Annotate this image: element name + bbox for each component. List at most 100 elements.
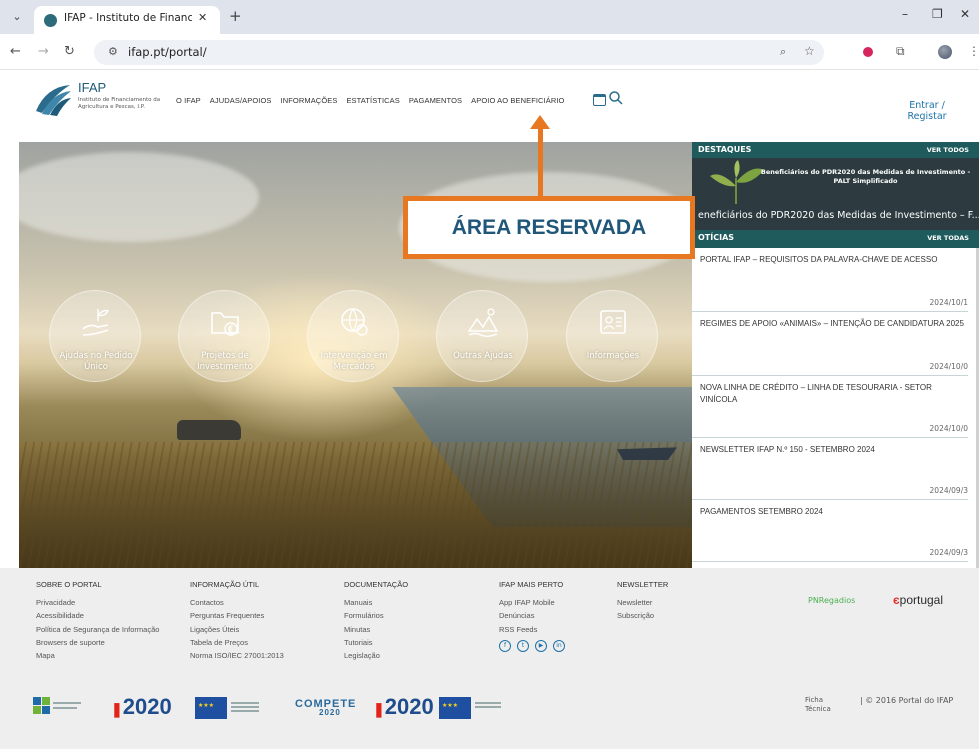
hero-link-projetos[interactable]: Projetos de Investimento [178, 290, 270, 382]
footer-heading: IFAP MAIS PERTO [499, 580, 564, 589]
news-title[interactable]: NEWSLETTER IFAP N.º 150 - SETEMBRO 2024 [700, 444, 966, 456]
destaques-ver-todos-link[interactable]: VER TODOS [927, 146, 969, 154]
news-item[interactable]: NEWSLETTER IFAP N.º 150 - SETEMBRO 2024 … [692, 438, 968, 500]
footer-link[interactable]: Manuais [344, 596, 408, 609]
news-item[interactable]: REGIMES DE APOIO «ANIMAIS» – INTENÇÃO DE… [692, 312, 968, 376]
footer-link[interactable]: Contactos [190, 596, 284, 609]
address-bar[interactable]: ⚙ ifap.pt/portal/ ⌕ ☆ [94, 40, 824, 65]
footer-link[interactable]: Newsletter [617, 596, 668, 609]
landscape-icon [467, 308, 499, 337]
browser-tabstrip: ⌄ IFAP - Instituto de Financiamen ✕ + – … [0, 0, 979, 34]
portugal-2020-text: 2020 [384, 694, 434, 719]
nav-ajudas-apoios[interactable]: AJUDAS/APOIOS [210, 96, 272, 105]
footer-link[interactable]: Legislação [344, 649, 408, 662]
news-date: 2024/09/3 [929, 486, 968, 495]
login-line-1: Entrar / [909, 100, 945, 111]
footer-col-informacao: INFORMAÇÃO ÚTIL Contactos Perguntas Freq… [190, 580, 284, 662]
ficha-tecnica-link[interactable]: Ficha Técnica [805, 696, 849, 714]
tab-close-icon[interactable]: ✕ [198, 11, 207, 24]
logo-subtitle: Instituto de Financiamento da Agricultur… [78, 97, 161, 110]
footer-link[interactable]: Browsers de suporte [36, 636, 159, 649]
news-title[interactable]: REGIMES DE APOIO «ANIMAIS» – INTENÇÃO DE… [700, 318, 966, 330]
forward-icon[interactable]: → [38, 44, 49, 59]
eportugal-text: portugal [899, 593, 944, 607]
nav-apoio-beneficiario[interactable]: APOIO AO BENEFICIÁRIO [471, 96, 564, 105]
footer-link[interactable]: Denúncias [499, 609, 565, 622]
facebook-icon[interactable]: f [499, 639, 511, 652]
linkedin-icon[interactable]: in [553, 639, 565, 652]
news-item[interactable]: PORTAL IFAP – REQUISITOS DA PALAVRA-CHAV… [692, 248, 968, 312]
footer-link[interactable]: Política de Segurança de Informação [36, 623, 159, 636]
footer-link[interactable]: Mapa [36, 649, 159, 662]
hero-link-label: Ajudas no Pedido Único [59, 351, 133, 372]
tab-ifap[interactable]: IFAP - Instituto de Financiamen ✕ [34, 6, 220, 34]
new-tab-icon[interactable]: + [229, 7, 242, 25]
puzzle-icon[interactable]: ⧉ [896, 44, 905, 59]
footer-link[interactable]: Subscrição [617, 609, 668, 622]
hero-link-mercados[interactable]: Intervenção em Mercados [307, 290, 399, 382]
calendar-icon[interactable] [593, 94, 606, 106]
back-icon[interactable]: ← [10, 44, 21, 59]
hero-link-label: Projetos de Investimento [197, 351, 253, 372]
footer-link[interactable]: App IFAP Mobile [499, 596, 565, 609]
hand-plant-icon [82, 309, 110, 336]
youtube-icon[interactable]: ▶ [535, 639, 547, 652]
star-icon[interactable]: ☆ [804, 44, 815, 58]
news-title[interactable]: PAGAMENTOS SETEMBRO 2024 [700, 506, 966, 518]
pnregadios-logo[interactable]: PNRegadios [808, 596, 855, 605]
menu-icon[interactable]: ⋮ [968, 44, 979, 58]
annotation-arrow-shaft [538, 127, 543, 197]
footer-link[interactable]: Perguntas Frequentes [190, 609, 284, 622]
reload-icon[interactable]: ↻ [64, 44, 75, 59]
news-item[interactable]: PAGAMENTOS SETEMBRO 2024 2024/09/3 [692, 500, 968, 562]
window-close-icon[interactable]: ✕ [960, 7, 970, 21]
hero-link-pedido-unico[interactable]: Ajudas no Pedido Único [49, 290, 141, 382]
destaques-header: DESTAQUES VER TODOS [692, 142, 979, 158]
news-title[interactable]: PORTAL IFAP – REQUISITOS DA PALAVRA-CHAV… [700, 254, 966, 266]
footer-link[interactable]: Tutoriais [344, 636, 408, 649]
portugal-2020-logo: ❚2020 [373, 694, 434, 719]
nav-informacoes[interactable]: INFORMAÇÕES [281, 96, 338, 105]
news-title[interactable]: NOVA LINHA DE CRÉDITO – LINHA DE TESOURA… [700, 382, 966, 406]
url-text[interactable]: ifap.pt/portal/ [128, 45, 207, 59]
footer-link[interactable]: RSS Feeds [499, 623, 565, 636]
minimize-icon[interactable]: – [902, 7, 908, 21]
footer-link[interactable]: Formulários [344, 609, 408, 622]
nav-o-ifap[interactable]: O IFAP [176, 96, 201, 105]
eportugal-logo[interactable]: єportugal [893, 593, 943, 607]
twitter-icon[interactable]: t [517, 639, 529, 652]
footer-link[interactable]: Acessibilidade [36, 609, 159, 622]
footer-link[interactable]: Privacidade [36, 596, 159, 609]
eu-flag-icon [439, 697, 471, 719]
ifap-logo-icon[interactable] [34, 81, 72, 117]
site-info-icon[interactable]: ⚙ [108, 45, 118, 58]
site-header: IFAP Instituto de Financiamento da Agric… [0, 70, 979, 142]
avatar[interactable] [938, 45, 952, 59]
hero-link-outras-ajudas[interactable]: Outras Ajudas [436, 290, 528, 382]
footer-link[interactable]: Ligações Úteis [190, 623, 284, 636]
hero-link-informacoes[interactable]: Informações [566, 290, 658, 382]
login-register-link[interactable]: Entrar / Registar [896, 100, 958, 122]
hero-link-label: Intervenção em Mercados [320, 351, 388, 372]
extension-icon[interactable] [863, 47, 873, 57]
news-item[interactable]: NOVA LINHA DE CRÉDITO – LINHA DE TESOURA… [692, 376, 968, 438]
nav-estatisticas[interactable]: ESTATÍSTICAS [346, 96, 399, 105]
logo-name[interactable]: IFAP [78, 80, 106, 95]
funding-logos: ❚2020 COMPETE2020 ❚2020 [33, 694, 503, 724]
compete-logo: COMPETE 2020 [295, 698, 356, 726]
nav-pagamentos[interactable]: PAGAMENTOS [409, 96, 462, 105]
social-links: f t ▶ in [499, 639, 565, 652]
restore-icon[interactable]: ❐ [932, 7, 943, 21]
search-icon[interactable] [608, 90, 624, 106]
destaques-caption[interactable]: eneficiários do PDR2020 das Medidas de I… [698, 210, 979, 221]
zoom-icon[interactable]: ⌕ [780, 45, 786, 59]
footer-link[interactable]: Tabela de Preços [190, 636, 284, 649]
pdr2020-logo-icon [33, 694, 83, 722]
tab-search-chevron-icon[interactable]: ⌄ [8, 8, 26, 26]
footer-col-sobre: SOBRE O PORTAL Privacidade Acessibilidad… [36, 580, 159, 662]
folder-euro-icon [211, 312, 239, 336]
footer-link[interactable]: Minutas [344, 623, 408, 636]
noticias-ver-todas-link[interactable]: VER TODAS [927, 234, 969, 242]
footer-link[interactable]: Norma ISO/IEC 27001:2013 [190, 649, 284, 662]
destaques-banner-text[interactable]: Beneficiários do PDR2020 das Medidas de … [752, 168, 979, 186]
